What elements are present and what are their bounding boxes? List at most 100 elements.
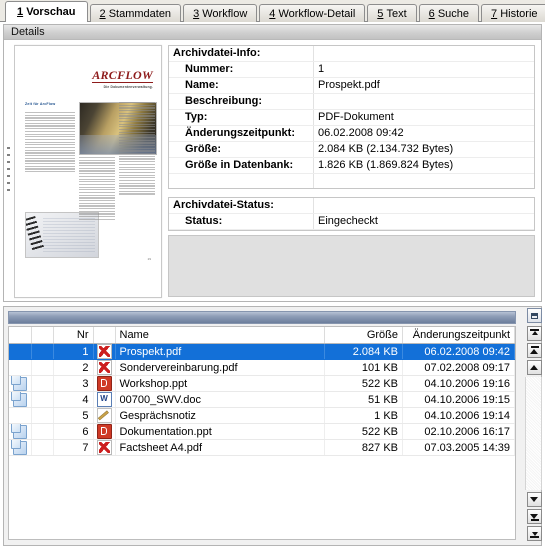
row-file-icon <box>93 343 116 360</box>
archive-info-section-title: Archivdatei-Info: <box>169 46 314 62</box>
row-file-icon <box>93 375 116 392</box>
next-page-button[interactable] <box>527 509 542 524</box>
table-row[interactable]: 5 Gesprächsnotiz 1 KB 04.10.2006 19:14 <box>9 407 515 424</box>
row-spacer <box>31 423 54 440</box>
archive-status-box: Archivdatei-Status: Status: Eingecheckt <box>168 197 535 231</box>
file-table-header: Nr Name Größe Änderungszeitpunkt <box>9 327 515 344</box>
row-file-icon <box>93 439 116 456</box>
archive-info-box: Archivdatei-Info: Nummer: 1 Name: Prospe… <box>168 45 535 189</box>
first-record-icon <box>530 329 539 338</box>
row-date: 04.10.2006 19:16 <box>402 375 515 392</box>
label-typ: Typ: <box>169 109 314 126</box>
tab-accel-2: 2 <box>99 8 106 20</box>
document-preview-pane[interactable]: ARCFLOW Die Dokumentenverwaltung. Zeit f… <box>14 41 166 301</box>
table-row[interactable]: 1 Prospekt.pdf 2.084 KB 06.02.2008 09:42 <box>9 343 515 360</box>
row-spacer <box>31 343 54 360</box>
row-name: Prospekt.pdf <box>115 343 325 360</box>
column-header-nr[interactable]: Nr <box>53 327 94 344</box>
column-header-date[interactable]: Änderungszeitpunkt <box>402 327 515 344</box>
row-date: 02.10.2006 16:17 <box>402 423 515 440</box>
value-beschreibung <box>313 93 534 110</box>
splitter-grip-icon <box>7 147 10 195</box>
table-row: Änderungszeitpunkt: 06.02.2008 09:42 <box>169 125 534 142</box>
table-row[interactable]: 2 Sondervereinbarung.pdf 101 KB 07.02.20… <box>9 359 515 376</box>
row-file-icon <box>93 407 116 424</box>
row-size: 101 KB <box>324 359 403 376</box>
tab-label-historie: Historie <box>500 8 538 20</box>
tab-accel-5: 5 <box>377 8 384 20</box>
archive-info-pane: Archivdatei-Info: Nummer: 1 Name: Prospe… <box>166 41 541 301</box>
file-list-titlebar[interactable] <box>8 311 516 324</box>
table-row: Typ: PDF-Dokument <box>169 109 534 126</box>
copy-pages-icon <box>10 439 27 455</box>
column-header-flag[interactable] <box>9 327 32 344</box>
table-row[interactable]: 7 Factsheet A4.pdf 827 KB 07.03.2005 14:… <box>9 439 515 456</box>
row-name: 00700_SWV.doc <box>115 391 325 408</box>
archive-status-section-title: Archivdatei-Status: <box>169 198 314 214</box>
tab-label-stammdaten: Stammdaten <box>108 8 172 20</box>
tab-suche[interactable]: 6 Suche <box>418 4 480 22</box>
next-record-button[interactable] <box>527 492 542 507</box>
row-file-icon <box>93 359 116 376</box>
table-row[interactable]: 6 Dokumentation.ppt 522 KB 02.10.2006 16… <box>9 423 515 440</box>
tab-vorschau[interactable]: 1 Vorschau <box>5 1 88 23</box>
table-row: Archivdatei-Status: <box>169 198 534 214</box>
previous-page-icon <box>530 346 539 355</box>
file-list-grid[interactable]: Nr Name Größe Änderungszeitpunkt 1 Prosp… <box>8 326 516 540</box>
tab-text[interactable]: 5 Text <box>367 4 417 22</box>
label-groesse: Größe: <box>169 141 314 158</box>
table-row[interactable]: 3 Workshop.ppt 522 KB 04.10.2006 19:16 <box>9 375 515 392</box>
vertical-splitter[interactable] <box>4 41 14 301</box>
tab-accel-6: 6 <box>428 8 435 20</box>
powerpoint-icon <box>96 376 112 391</box>
row-copy-flag <box>9 423 32 440</box>
tab-workflow-detail[interactable]: 4 Workflow-Detail <box>259 4 366 22</box>
tab-historie[interactable]: 7 Historie <box>481 4 545 22</box>
row-name: Gesprächsnotiz <box>115 407 325 424</box>
powerpoint-icon <box>96 424 112 439</box>
table-row: Name: Prospekt.pdf <box>169 77 534 94</box>
row-size: 522 KB <box>324 423 403 440</box>
tab-accel-1: 1 <box>17 6 24 18</box>
last-record-button[interactable] <box>527 526 542 541</box>
copy-pages-icon <box>10 423 27 439</box>
copy-pages-icon <box>10 375 27 391</box>
navigator-track[interactable] <box>525 377 542 490</box>
table-row: Status: Eingecheckt <box>169 213 534 230</box>
value-groesse-datenbank: 1.826 KB (1.869.824 Bytes) <box>313 157 534 174</box>
row-nr: 4 <box>53 391 94 408</box>
archive-info-table: Archivdatei-Info: Nummer: 1 Name: Prospe… <box>169 46 534 188</box>
row-name: Sondervereinbarung.pdf <box>115 359 325 376</box>
value-aenderungszeitpunkt: 06.02.2008 09:42 <box>313 125 534 142</box>
table-row: Beschreibung: <box>169 93 534 110</box>
tab-bar: 1 Vorschau 2 Stammdaten 3 Workflow 4 Wor… <box>0 0 545 23</box>
details-panel: Details ARCFLOW Die Dokumentenverwaltung… <box>3 24 542 302</box>
previous-record-button[interactable] <box>527 360 542 375</box>
row-copy-flag <box>9 343 32 360</box>
column-header-size[interactable]: Größe <box>324 327 403 344</box>
row-spacer <box>31 407 54 424</box>
table-header-row: Nr Name Größe Änderungszeitpunkt <box>9 327 515 344</box>
restore-window-button[interactable] <box>527 308 542 323</box>
label-status: Status: <box>169 213 314 230</box>
previous-page-button[interactable] <box>527 343 542 358</box>
word-icon <box>96 392 112 407</box>
column-header-name[interactable]: Name <box>115 327 325 344</box>
table-row-spacer <box>169 173 535 189</box>
document-page: ARCFLOW Die Dokumentenverwaltung. Zeit f… <box>14 45 162 298</box>
value-groesse: 2.084 KB (2.134.732 Bytes) <box>313 141 534 158</box>
tab-label-workflow-detail: Workflow-Detail <box>278 8 356 20</box>
tab-workflow[interactable]: 3 Workflow <box>183 4 258 22</box>
copy-pages-icon <box>10 391 27 407</box>
first-record-button[interactable] <box>527 326 542 341</box>
arcflow-logo: ARCFLOW Die Dokumentenverwaltung. <box>92 69 153 89</box>
tab-stammdaten[interactable]: 2 Stammdaten <box>89 4 182 22</box>
row-size: 1 KB <box>324 407 403 424</box>
column-header-icon[interactable] <box>93 327 116 344</box>
spacer-value <box>314 174 535 189</box>
column-header-spacer[interactable] <box>31 327 54 344</box>
row-nr: 5 <box>53 407 94 424</box>
row-name: Workshop.ppt <box>115 375 325 392</box>
next-record-icon <box>530 495 539 504</box>
table-row[interactable]: 4 00700_SWV.doc 51 KB 04.10.2006 19:15 <box>9 391 515 408</box>
